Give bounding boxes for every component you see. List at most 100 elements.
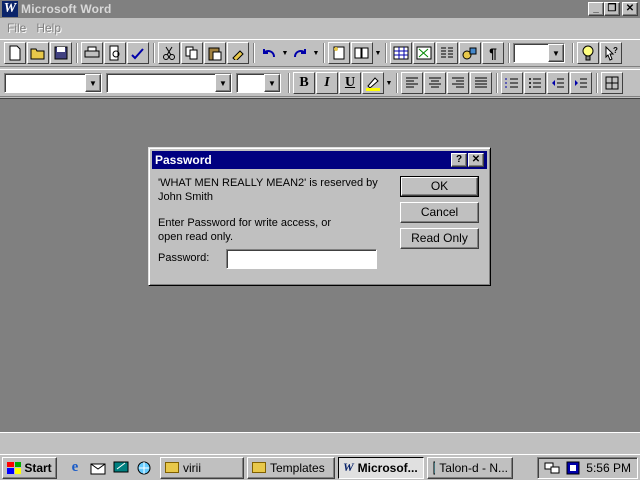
password-label: Password: [158,252,210,264]
cut-icon[interactable] [158,42,180,64]
font-size-combo[interactable]: ▼ [236,73,281,93]
taskbar-button-word[interactable]: W Microsof... [338,456,424,479]
copy-icon[interactable] [181,42,203,64]
align-right-icon[interactable] [447,72,469,94]
clock[interactable]: 5:56 PM [586,461,631,475]
windows-logo-icon [7,461,22,474]
menu-help[interactable]: Help [31,21,66,35]
save-icon[interactable] [50,42,72,64]
format-painter-icon[interactable] [227,42,249,64]
toolbar-separator [323,43,325,63]
borders-icon[interactable] [601,72,623,94]
justify-icon[interactable] [470,72,492,94]
show-desktop-icon[interactable] [111,458,131,478]
chevron-down-icon[interactable]: ▼ [264,74,280,92]
redo-icon[interactable] [289,42,311,64]
insert-table-icon[interactable] [390,42,412,64]
open-folder-icon[interactable] [27,42,49,64]
password-input[interactable] [226,249,377,269]
reserved-message: 'WHAT MEN REALLY MEAN2' is reserved by J… [158,176,388,204]
svg-text:?: ? [613,46,618,55]
bold-icon: B [299,75,309,90]
task-label: Templates [270,460,325,475]
highlight-icon[interactable] [362,72,384,94]
show-paragraph-icon[interactable]: ¶ [482,42,504,64]
redo-dropdown-icon[interactable]: ▼ [312,42,320,64]
bullets-icon[interactable] [524,72,546,94]
bold-button[interactable]: B [293,72,315,94]
read-only-label: Read Only [411,231,468,245]
chevron-down-icon[interactable]: ▼ [548,44,564,62]
notepad-icon [433,461,436,474]
taskbar-button-templates[interactable]: Templates [247,456,335,479]
increase-indent-icon[interactable] [570,72,592,94]
print-preview-icon[interactable] [104,42,126,64]
folder-icon [252,462,266,473]
italic-button[interactable]: I [316,72,338,94]
numbering-icon[interactable] [501,72,523,94]
font-combo[interactable]: ▼ [106,73,232,93]
underline-button[interactable]: U [339,72,361,94]
italic-icon: I [324,75,330,90]
read-only-button[interactable]: Read Only [400,228,479,249]
start-button[interactable]: Start [2,456,57,479]
dialog-title: Password [155,153,212,167]
align-left-icon[interactable] [401,72,423,94]
task-label: Talon-d - N... [439,460,508,475]
formatting-toolbar: ▼ ▼ ▼ B I U ▼ [0,69,640,97]
word-icon: W [343,460,354,474]
network-icon[interactable] [544,461,560,475]
word-app-icon[interactable]: W [2,1,18,17]
style-combo[interactable]: ▼ [4,73,102,93]
task-label: virii [183,460,201,475]
dialog-title-bar[interactable]: Password ? ✕ [152,151,487,169]
spelling-icon[interactable] [127,42,149,64]
highlight-dropdown-icon[interactable]: ▼ [385,72,393,94]
new-document-icon[interactable] [4,42,26,64]
chevron-down-icon[interactable]: ▼ [215,74,231,92]
toolbar-separator [76,43,78,63]
app-title-bar[interactable]: W Microsoft Word _ ❐ ✕ [0,0,640,18]
print-icon[interactable] [81,42,103,64]
close-button[interactable]: ✕ [622,2,638,16]
undo-dropdown-icon[interactable]: ▼ [281,42,289,64]
cancel-button[interactable]: Cancel [400,202,479,223]
taskbar-button-notepad[interactable]: Talon-d - N... [427,456,513,479]
ok-button[interactable]: OK [400,176,479,197]
menu-file[interactable]: File [2,21,31,35]
internet-explorer-icon[interactable]: e [65,458,85,478]
password-prompt-line1: Enter Password for write access, or [158,217,332,229]
paste-icon[interactable] [204,42,226,64]
volume-icon[interactable] [566,461,580,475]
decrease-indent-icon[interactable] [547,72,569,94]
restore-button[interactable]: ❐ [604,2,620,16]
outlook-express-icon[interactable] [88,458,108,478]
standard-toolbar: ▼ ▼ ▼ ¶ ▼ ? [0,39,640,67]
undo-icon[interactable] [258,42,280,64]
autotext-icon[interactable] [328,42,350,64]
insert-address-icon[interactable] [351,42,373,64]
dialog-help-button[interactable]: ? [451,153,467,167]
folder-icon [165,462,179,473]
password-dialog: Password ? ✕ 'WHAT MEN REALLY MEAN2' is … [148,147,491,286]
drawing-icon[interactable] [459,42,481,64]
toolbar-separator [385,43,387,63]
minimize-button[interactable]: _ [588,2,604,16]
insert-excel-icon[interactable] [413,42,435,64]
address-dropdown-icon[interactable]: ▼ [374,42,382,64]
reserved-message-line1: 'WHAT MEN REALLY MEAN2' is reserved by [158,177,378,189]
start-label: Start [24,460,52,475]
toolbar-separator [496,73,498,93]
toolbar-separator [253,43,255,63]
columns-icon[interactable] [436,42,458,64]
channels-icon[interactable] [134,458,154,478]
tip-wizard-icon[interactable] [577,42,599,64]
align-center-icon[interactable] [424,72,446,94]
help-icon[interactable]: ? [600,42,622,64]
toolbar-separator [596,73,598,93]
taskbar-button-virii[interactable]: virii [160,456,244,479]
chevron-down-icon[interactable]: ▼ [85,74,101,92]
zoom-combo[interactable]: ▼ [513,43,565,63]
toolbar-separator [153,43,155,63]
dialog-close-button[interactable]: ✕ [468,153,484,167]
